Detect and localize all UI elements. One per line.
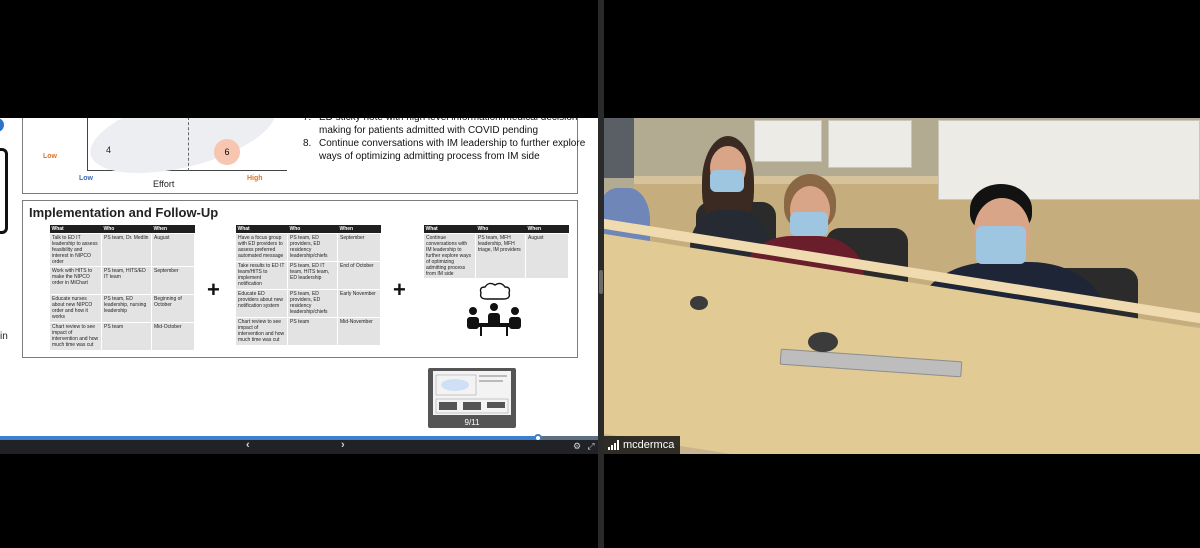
settings-icon[interactable]: ⚙ [572,441,582,451]
y-axis-low-label: Low [43,153,57,160]
table-row: Chart review to see impact of interventi… [235,317,381,346]
table-header: Who [475,225,526,234]
table-cell: PS team, ED IT team, HITS team, ED leade… [287,261,338,290]
chart-plot-area: 4 6 [82,118,287,189]
table-cell: PS team, Dr. Medlin [101,233,152,267]
note-item: 8. Continue conversations with IM leader… [303,137,593,163]
slide-thumbnail[interactable]: 9/11 [428,368,516,428]
table-header: Who [101,225,152,234]
face-mask [790,212,828,236]
participant-name-tag: mcdermca [604,436,681,454]
table-cell: PS team [287,317,338,346]
quadrant-value-4: 4 [106,145,112,155]
x-axis-high-label: High [247,175,263,182]
table-header: What [235,225,288,234]
note-text: ED sticky note with high level informati… [319,118,577,136]
impact-effort-chart: Low 4 6 Low Effort High 7. ED sticky not… [22,118,585,194]
table-cell: PS team, HITS/ED IT team [101,266,152,295]
implementation-section: Implementation and Follow-Up What Who Wh… [22,200,578,358]
previous-slide-button[interactable]: ‹ [246,439,250,451]
participant-name: mcdermca [623,439,675,451]
divider-grip-handle[interactable] [599,270,603,294]
table-row: Educate ED providers about new notificat… [235,289,381,318]
computer-mouse [690,296,708,310]
next-slide-button[interactable]: › [341,439,345,451]
face-mask [976,226,1026,264]
table-cell: September [151,266,195,295]
signal-strength-icon [608,440,619,450]
table-row: Continue conversations with IM leadershi… [423,233,569,279]
quadrant-bubble-6: 6 [214,139,240,165]
table-header: When [525,225,569,234]
slide-counter: 9/11 [464,418,480,427]
table-cell: Early November [337,289,381,318]
table-cell: Mid-November [337,317,381,346]
note-number: 8. [303,138,312,149]
face-mask [710,170,744,192]
partial-frame-shape [0,148,8,234]
table-cell: August [525,233,569,279]
plan-table-2: What Who When Have a focus group with ED… [235,225,381,346]
table-row: Work with HITS to make the NIPCO order i… [49,266,195,295]
x-axis-title: Effort [153,179,175,189]
table-cell: Take results to ED IT team/HITS to imple… [235,261,288,290]
implementation-title: Implementation and Follow-Up [29,205,219,220]
table-cell: Educate ED providers about new notificat… [235,289,288,318]
x-axis-low-label: Low [79,175,93,182]
video-pane: mcdermca [604,0,1200,548]
table-row: Have a focus group with ED providers to … [235,233,381,262]
table-cell: August [151,233,195,267]
note-item: 7. ED sticky note with high level inform… [303,118,593,137]
note-number: 7. [303,118,319,137]
table-row: Take results to ED IT team/HITS to imple… [235,261,381,290]
table-row: Talk to ED IT leadership to assess feasi… [49,233,195,267]
computer-mouse [808,332,838,352]
plan-table-1: What Who When Talk to ED IT leadership t… [49,225,195,351]
table-row: Educate nurses about new NIPCO order and… [49,294,195,323]
partial-edge-text: in [0,331,8,342]
table-cell: Mid-October [151,322,195,351]
table-cell: PS team, MFH leadership, MFH triage, IM … [475,233,526,279]
plan-table-3: What Who When Continue conversations wit… [423,225,569,279]
table-row: Chart review to see impact of interventi… [49,322,195,351]
chart-divider-line [188,118,189,171]
table-cell: September [337,233,381,262]
table-header: What [423,225,476,234]
table-cell: Beginning of October [151,294,195,323]
wall-panel [604,118,634,178]
shared-screen-pane: in Low 4 6 Low Effort High 7. ED sticky … [0,0,598,548]
participant-video [604,118,1200,454]
table-header: What [49,225,102,234]
table-header: When [337,225,381,234]
whiteboard [938,120,1200,200]
table-cell: Have a focus group with ED providers to … [235,233,288,262]
table-cell: Talk to ED IT leadership to assess feasi… [49,233,102,267]
plus-sign: + [207,277,220,302]
table-cell: PS team, ED providers, ED residency lead… [287,233,338,262]
table-cell: Work with HITS to make the NIPCO order i… [49,266,102,295]
meeting-icon [467,282,521,336]
table-cell: PS team [101,322,152,351]
notes-list: 7. ED sticky note with high level inform… [303,118,593,163]
table-cell: PS team, ED providers, ED residency lead… [287,289,338,318]
plus-sign: + [393,277,406,302]
slide-nav-bar: ‹ › ⚙ ⤢ [0,439,598,454]
table-header: When [151,225,195,234]
thumbnail-content-icon [435,374,509,414]
presentation-slide: in Low 4 6 Low Effort High 7. ED sticky … [0,118,598,436]
wall-board [754,120,822,162]
table-cell: Continue conversations with IM leadershi… [423,233,476,279]
table-cell: Chart review to see impact of interventi… [49,322,102,351]
table-cell: End of October [337,261,381,290]
partial-blue-shape [0,118,4,132]
table-header: Who [287,225,338,234]
expand-icon[interactable]: ⤢ [586,441,596,451]
wall-board [828,120,912,168]
note-text: Continue conversations with IM leadershi… [319,138,586,162]
table-cell: PS team, ED leadership, nursing leadersh… [101,294,152,323]
thumbnail-preview [433,371,511,415]
table-cell: Educate nurses about new NIPCO order and… [49,294,102,323]
table-cell: Chart review to see impact of interventi… [235,317,288,346]
